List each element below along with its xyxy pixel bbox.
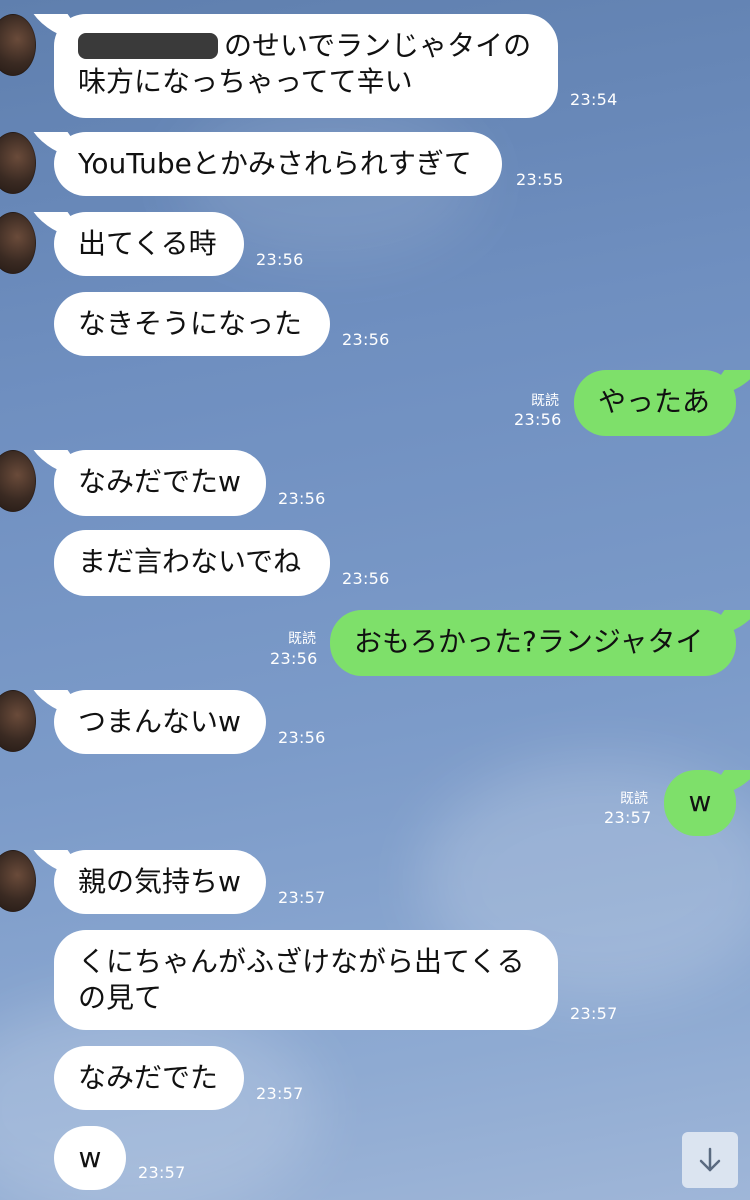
message-text: なみだでた	[78, 1061, 219, 1094]
message-text: なみだでたw	[78, 465, 241, 498]
message-text: 親の気持ちw	[78, 865, 241, 898]
chat-area[interactable]: のせいでランじゃタイの 味方になっちゃってて辛い 23:54 YouTubeとか…	[0, 0, 750, 1200]
timestamp: 23:56	[342, 330, 390, 349]
incoming-message-bubble[interactable]: 出てくる時	[54, 212, 244, 276]
timestamp: 23:56	[270, 649, 318, 668]
incoming-message-bubble[interactable]: w	[54, 1126, 126, 1190]
read-receipt: 既読	[620, 791, 648, 807]
incoming-message-bubble[interactable]: くにちゃんがふざけながら出てくる の見て	[54, 930, 558, 1030]
incoming-message-bubble[interactable]: 親の気持ちw	[54, 850, 266, 914]
timestamp: 23:57	[570, 1004, 618, 1023]
read-receipt: 既読	[531, 393, 559, 409]
scroll-to-bottom-button[interactable]	[682, 1132, 738, 1188]
timestamp: 23:54	[570, 90, 618, 109]
message-text: くにちゃんがふざけながら出てくる	[78, 945, 525, 978]
outgoing-message-bubble[interactable]: やったあ	[574, 370, 736, 436]
message-text: つまんないw	[78, 705, 241, 738]
message-text: w	[78, 1141, 102, 1174]
arrow-down-icon	[699, 1147, 721, 1172]
message-text: おもろかった?ランジャタイ	[354, 625, 704, 658]
timestamp: 23:57	[256, 1084, 304, 1103]
message-text: の見て	[78, 981, 163, 1014]
incoming-message-bubble[interactable]: なみだでた	[54, 1046, 244, 1110]
redacted-text	[78, 33, 218, 59]
timestamp: 23:57	[278, 888, 326, 907]
avatar[interactable]	[0, 450, 36, 512]
incoming-message-bubble[interactable]: まだ言わないでね	[54, 530, 330, 596]
avatar[interactable]	[0, 690, 36, 752]
message-text: 出てくる時	[78, 227, 217, 260]
timestamp: 23:57	[138, 1163, 186, 1182]
timestamp: 23:56	[278, 489, 326, 508]
message-text: のせいでランじゃタイの	[224, 29, 532, 62]
avatar[interactable]	[0, 14, 36, 76]
message-text: まだ言わないでね	[78, 545, 302, 578]
timestamp: 23:56	[256, 250, 304, 269]
avatar[interactable]	[0, 132, 36, 194]
message-text: なきそうになった	[78, 307, 303, 340]
incoming-message-bubble[interactable]: なみだでたw	[54, 450, 266, 516]
incoming-message-bubble[interactable]: つまんないw	[54, 690, 266, 754]
avatar[interactable]	[0, 212, 36, 274]
message-text: やったあ	[598, 385, 711, 418]
message-text: 味方になっちゃってて辛い	[78, 65, 413, 98]
bubble-tail	[722, 610, 750, 632]
message-text: w	[688, 785, 712, 818]
timestamp: 23:56	[278, 728, 326, 747]
timestamp: 23:57	[604, 808, 652, 827]
incoming-message-bubble[interactable]: YouTubeとかみされられすぎて	[54, 132, 502, 196]
outgoing-message-bubble[interactable]: おもろかった?ランジャタイ	[330, 610, 736, 676]
timestamp: 23:56	[342, 569, 390, 588]
timestamp: 23:56	[514, 410, 562, 429]
read-receipt: 既読	[288, 631, 316, 647]
incoming-message-bubble[interactable]: のせいでランじゃタイの 味方になっちゃってて辛い	[54, 14, 558, 118]
bubble-tail	[722, 370, 750, 392]
incoming-message-bubble[interactable]: なきそうになった	[54, 292, 330, 356]
message-text: YouTubeとかみされられすぎて	[78, 147, 472, 180]
timestamp: 23:55	[516, 170, 564, 189]
avatar[interactable]	[0, 850, 36, 912]
bubble-tail	[722, 770, 750, 792]
